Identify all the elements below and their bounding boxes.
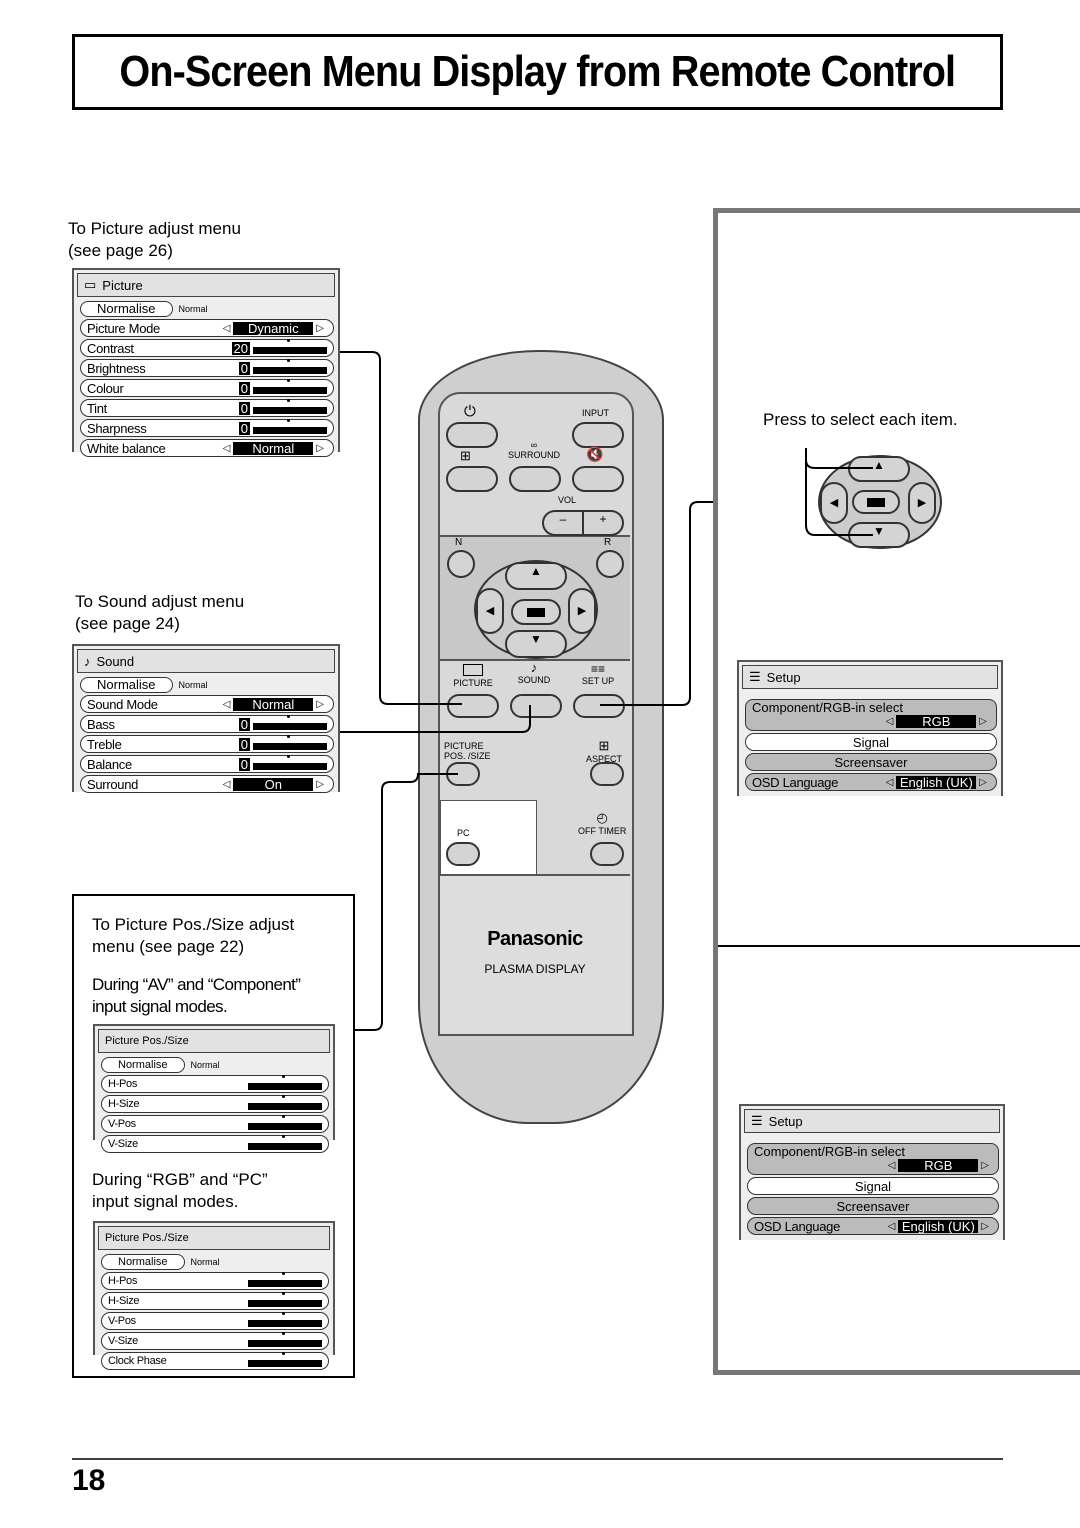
manual-page: On-Screen Menu Display from Remote Contr… — [0, 0, 1080, 1528]
setup-connector — [600, 501, 713, 706]
pos-size-connector — [354, 773, 458, 1031]
picture-connector — [340, 351, 462, 705]
page-number: 18 — [72, 1464, 106, 1497]
connector-lines — [72, 351, 1003, 1460]
sound-connector — [340, 705, 531, 733]
up-connector — [805, 448, 873, 536]
